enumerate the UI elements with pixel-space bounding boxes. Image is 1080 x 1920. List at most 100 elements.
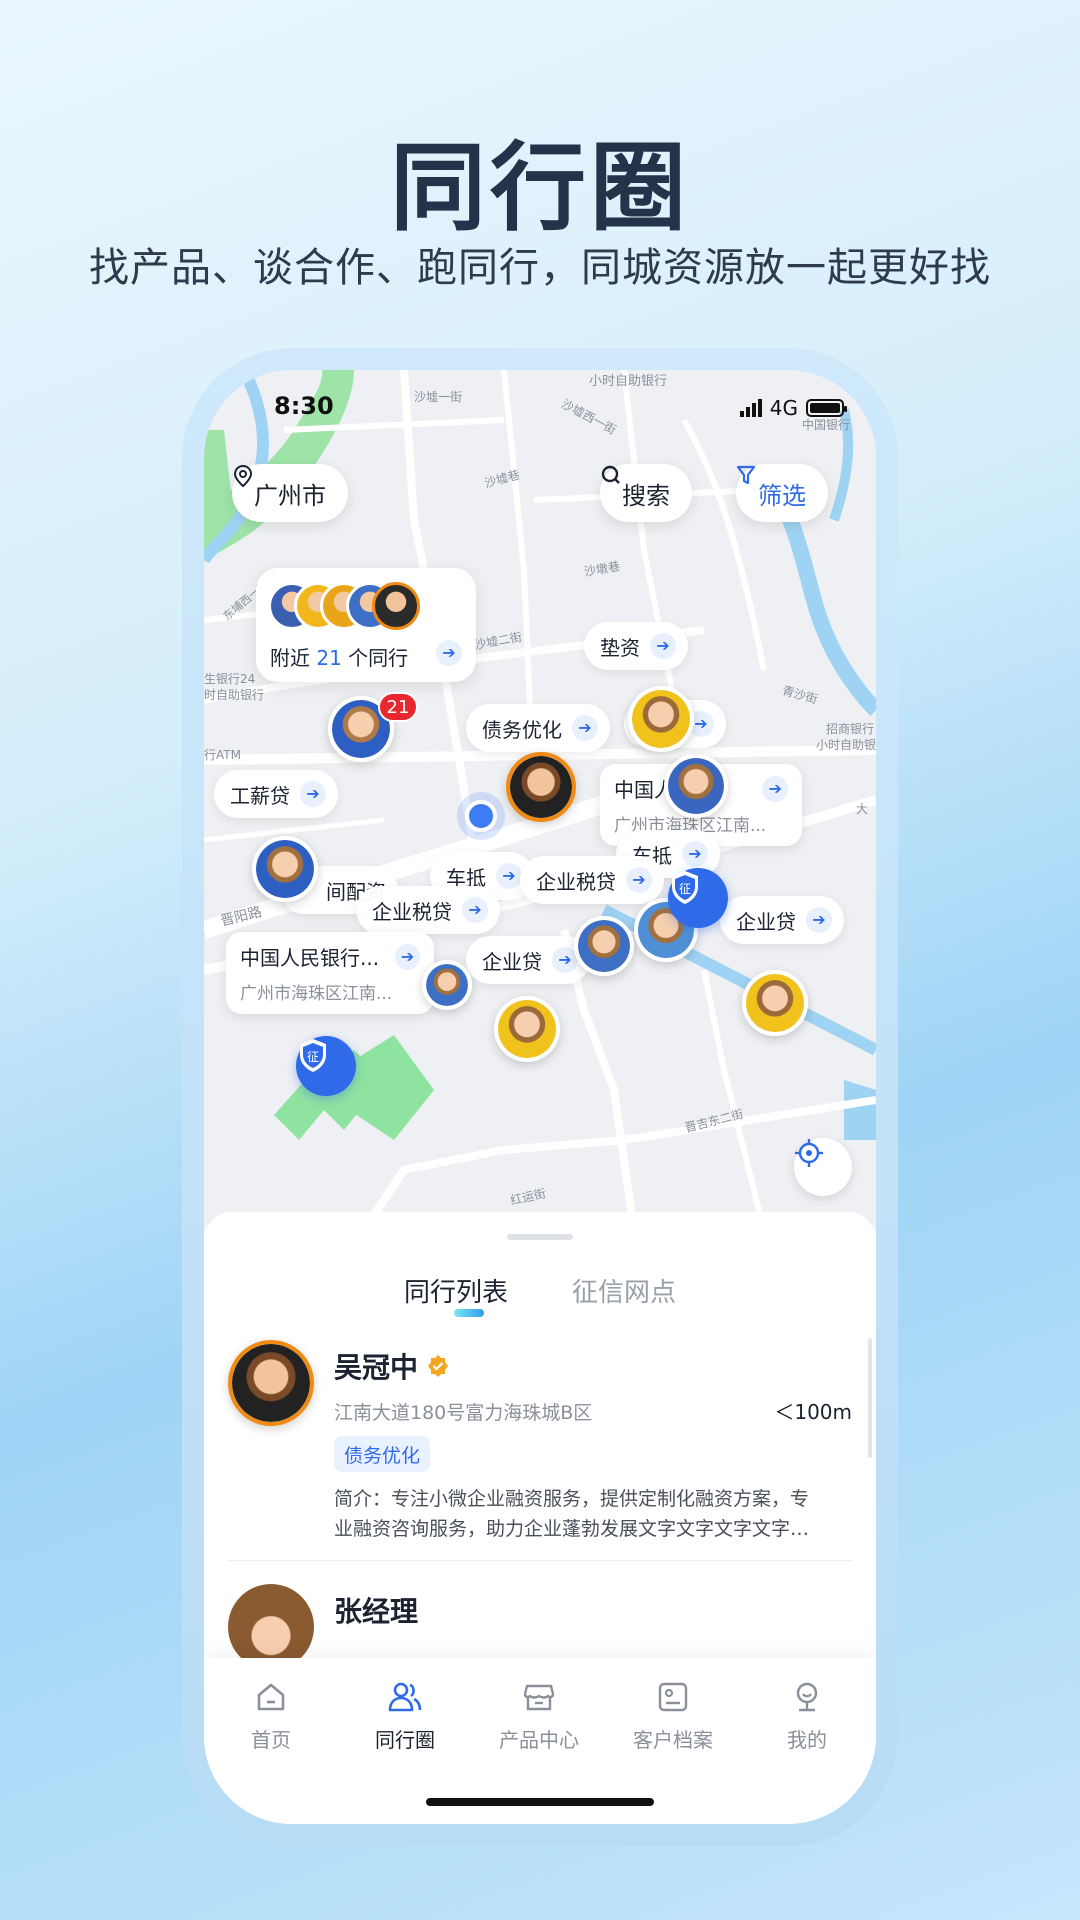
peer-name: 吴冠中 — [334, 1351, 419, 1384]
bank-card-title: 中国人民银行... — [240, 946, 380, 970]
map-tag[interactable]: 垫资 ➔ — [584, 622, 688, 670]
peer-intro-line: 简介：专注小微企业融资服务，提供定制化融资方案，专 — [334, 1488, 810, 1510]
map-tag-label: 企业贷 — [736, 909, 796, 934]
location-pin-icon — [233, 464, 253, 488]
sheet-tabs: 同行列表 征信网点 — [204, 1272, 876, 1317]
peer-distance: ＜100m — [774, 1400, 852, 1424]
tab-credit-outlets[interactable]: 征信网点 — [572, 1272, 676, 1309]
map-tag[interactable]: 工薪贷 ➔ — [214, 770, 338, 818]
phone-frame: 沙墟一街 沙墟西一街 沙墟巷 沙墟二街 沙墩巷 晋阳路 晋吉东二街 红运街 小时… — [182, 348, 898, 1846]
shield-text: 征 — [679, 882, 691, 896]
app-screen: 沙墟一街 沙墟西一街 沙墟巷 沙墟二街 沙墩巷 晋阳路 晋吉东二街 红运街 小时… — [204, 370, 876, 1824]
map-tag-label: 企业税贷 — [536, 869, 616, 894]
folder-icon — [658, 1682, 688, 1712]
tab-label: 首页 — [251, 1728, 291, 1752]
peer-avatar-marker[interactable] — [628, 686, 694, 752]
poi-label: 大 — [856, 802, 869, 816]
peer-avatar-marker[interactable] — [252, 836, 318, 902]
search-icon — [601, 465, 620, 484]
map-tag-label: 垫资 — [600, 635, 640, 660]
map-tag-label: 债务优化 — [482, 717, 562, 742]
nearby-peers-card[interactable]: 附近 21 个同行 ➔ — [256, 568, 476, 682]
tab-peer-list[interactable]: 同行列表 — [404, 1272, 508, 1317]
arrow-right-icon: ➔ — [394, 943, 420, 970]
divider — [228, 1560, 852, 1561]
nearby-count: 21 — [316, 646, 342, 670]
peer-avatar-marker[interactable] — [506, 752, 576, 822]
drag-handle[interactable] — [507, 1234, 573, 1240]
avatar — [372, 582, 420, 630]
status-bar: 8:30 4G — [204, 392, 876, 432]
city-button[interactable]: 广州市 — [232, 464, 348, 522]
people-icon — [388, 1682, 422, 1712]
map-view[interactable]: 沙墟一街 沙墟西一街 沙墟巷 沙墟二街 沙墩巷 晋阳路 晋吉东二街 红运街 小时… — [204, 370, 876, 1230]
city-label: 广州市 — [254, 481, 326, 510]
filter-icon — [736, 465, 756, 485]
shield-icon: 征 — [300, 1039, 326, 1072]
tab-label: 产品中心 — [499, 1728, 579, 1752]
tab-label: 客户档案 — [633, 1728, 713, 1752]
map-tag[interactable]: 企业税贷 ➔ — [520, 856, 664, 904]
avatar-stack — [268, 582, 420, 630]
arrow-right-icon: ➔ — [572, 715, 598, 741]
map-tag[interactable]: 企业贷 ➔ — [466, 936, 590, 984]
tab-label: 同行圈 — [375, 1728, 435, 1752]
status-icons: 4G — [739, 396, 847, 420]
arrow-right-icon: ➔ — [436, 640, 462, 666]
peer-service-tag: 债务优化 — [334, 1436, 431, 1472]
peer-avatar-marker[interactable] — [664, 754, 728, 818]
credit-outlet-marker[interactable]: 征 — [668, 868, 728, 928]
arrow-right-icon: ➔ — [300, 781, 326, 807]
locate-me-button[interactable] — [794, 1138, 852, 1196]
arrow-right-icon: ➔ — [462, 897, 488, 923]
scrollbar[interactable] — [868, 1338, 872, 1458]
tab-client-records[interactable]: 客户档案 — [606, 1680, 740, 1753]
crosshair-icon — [795, 1139, 823, 1167]
peer-avatar-marker[interactable] — [494, 996, 560, 1062]
shield-icon: 征 — [672, 871, 698, 904]
map-tag[interactable]: 企业税贷 ➔ — [356, 886, 500, 934]
peer-avatar-marker[interactable] — [742, 970, 808, 1036]
peer-avatar-marker[interactable] — [574, 916, 634, 976]
peer-avatar-marker[interactable] — [422, 960, 472, 1010]
poi-label: 招商银行 — [826, 722, 875, 736]
tab-product-center[interactable]: 产品中心 — [472, 1680, 606, 1753]
search-button[interactable]: 搜索 — [600, 464, 692, 522]
bank-card[interactable]: 中国人民银行... ➔ 广州市海珠区江南... — [226, 932, 434, 1014]
current-location-dot — [465, 800, 497, 832]
tab-peer-circle[interactable]: 同行圈 — [338, 1680, 472, 1753]
home-icon — [257, 1683, 285, 1711]
poi-label: 生银行24 — [204, 672, 256, 686]
search-label: 搜索 — [622, 481, 670, 510]
user-icon — [796, 1682, 818, 1712]
arrow-right-icon: ➔ — [762, 775, 788, 802]
peer-intro: 简介：专注小微企业融资服务，提供定制化融资方案，专 业融资咨询服务，助力企业蓬勃… — [334, 1484, 852, 1544]
network-label: 4G — [769, 396, 798, 420]
shield-text: 征 — [307, 1050, 319, 1064]
status-time: 8:30 — [274, 392, 334, 420]
battery-icon — [806, 399, 847, 417]
map-tag[interactable]: 企业贷 ➔ — [720, 896, 844, 944]
filter-button[interactable]: 筛选 — [736, 464, 828, 522]
store-icon — [523, 1684, 555, 1711]
map-tag[interactable]: 债务优化 ➔ — [466, 704, 610, 752]
poi-label: 时自助银行 — [204, 688, 265, 702]
tab-profile[interactable]: 我的 — [740, 1680, 874, 1753]
arrow-right-icon: ➔ — [806, 907, 832, 933]
tab-label: 我的 — [787, 1728, 827, 1752]
credit-outlet-marker[interactable]: 征 — [296, 1036, 356, 1096]
poi-label: 行ATM — [204, 748, 241, 762]
peer-name[interactable]: 张经理 — [334, 1590, 418, 1630]
peer-intro-line: 业融资咨询服务，助力企业蓬勃发展文字文字文字文字… — [334, 1518, 810, 1540]
map-tag-label: 企业税贷 — [372, 899, 452, 924]
map-tag-label: 工薪贷 — [230, 783, 290, 808]
poi-label: 小时自助银行 — [589, 374, 668, 389]
arrow-right-icon: ➔ — [650, 633, 676, 659]
map-tag-label: 企业贷 — [482, 949, 542, 974]
tab-home[interactable]: 首页 — [204, 1680, 338, 1753]
arrow-right-icon: ➔ — [496, 863, 522, 889]
cluster-count-badge: 21 — [378, 692, 418, 722]
peer-list-item[interactable]: 吴冠中 江南大道180号富力海珠城B区 ＜100m 债务优化 简介：专注小微企业… — [228, 1340, 852, 1550]
nearby-text: 附近 21 个同行 — [270, 642, 408, 671]
filter-label: 筛选 — [758, 481, 806, 510]
